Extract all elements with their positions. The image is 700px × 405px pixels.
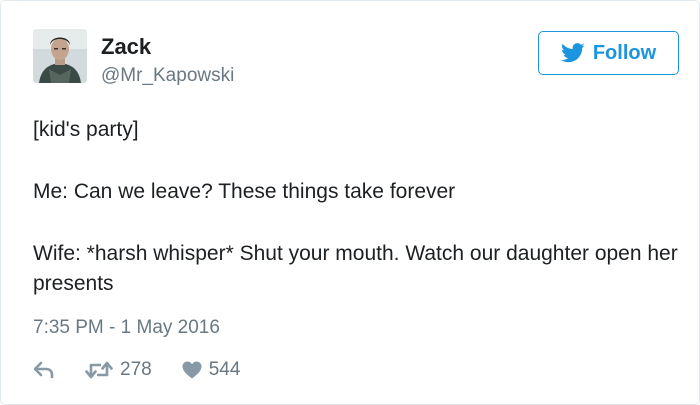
like-button[interactable]: 544: [182, 359, 241, 381]
retweet-button[interactable]: 278: [85, 359, 152, 381]
tweet-actions: 278 544: [33, 357, 240, 383]
retweet-count: 278: [120, 359, 152, 380]
tweet-text: [kid's party] Me: Can we leave? These th…: [33, 115, 683, 299]
avatar-photo: [33, 29, 87, 83]
reply-icon: [33, 361, 54, 379]
tweet-line: Me: Can we leave? These things take fore…: [33, 180, 456, 203]
display-name[interactable]: Zack: [101, 35, 151, 59]
tweet-line: [kid's party]: [33, 118, 139, 141]
retweet-icon: [85, 361, 113, 379]
twitter-bird-icon: [560, 43, 585, 63]
heart-icon: [182, 361, 202, 379]
tweet-line: Wife: *harsh whisper* Shut your mouth. W…: [33, 242, 678, 295]
avatar[interactable]: [33, 29, 87, 83]
reply-button[interactable]: [33, 361, 57, 379]
follow-button[interactable]: Follow: [538, 31, 679, 75]
like-count: 544: [208, 359, 241, 380]
follow-label: Follow: [592, 41, 657, 64]
tweet-timestamp[interactable]: 7:35 PM - 1 May 2016: [33, 317, 220, 339]
tweet-card: Zack @Mr_Kapowski Follow [kid's party] M…: [0, 0, 700, 405]
user-handle[interactable]: @Mr_Kapowski: [101, 65, 234, 87]
